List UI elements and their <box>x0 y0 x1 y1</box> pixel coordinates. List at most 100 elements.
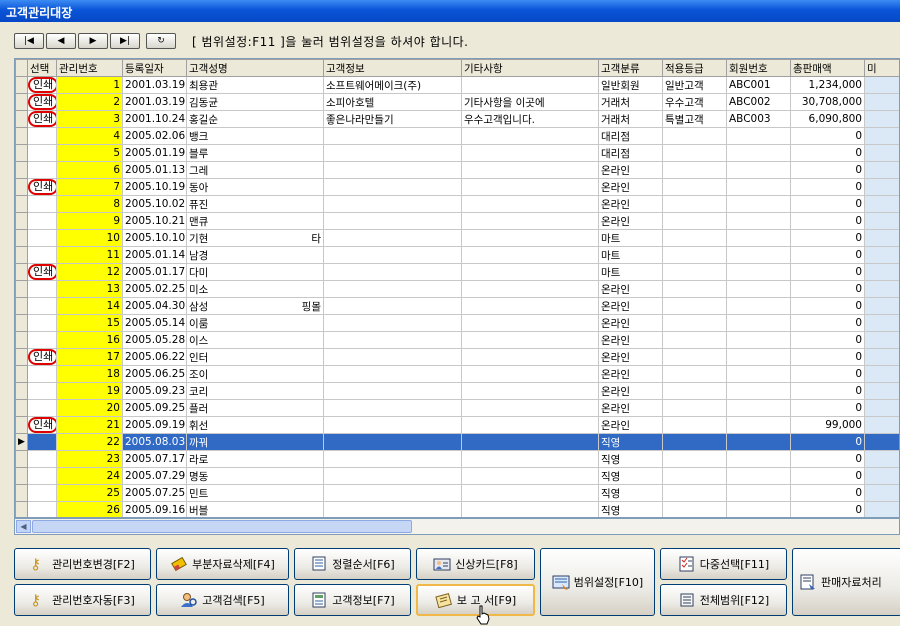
cell-info[interactable]: 소피아호텔 <box>323 93 462 111</box>
cell-etc[interactable] <box>461 195 599 213</box>
cell-extra[interactable] <box>864 110 899 128</box>
cell-name[interactable]: 명동 <box>186 467 324 485</box>
cell-select[interactable]: 인쇄 <box>27 93 57 111</box>
col-header-date[interactable]: 등록일자 <box>122 59 187 77</box>
cell-mgmt-no[interactable]: 2 <box>56 93 123 111</box>
cell-grade[interactable] <box>662 212 727 230</box>
cell-date[interactable]: 2005.08.03 <box>122 433 187 451</box>
cell-select[interactable] <box>27 467 57 485</box>
cell-etc[interactable] <box>461 144 599 162</box>
cell-member-no[interactable] <box>726 382 791 400</box>
table-row[interactable]: ▶ 22 2005.08.03 까꿔 직영 0 <box>15 433 899 451</box>
cell-etc[interactable] <box>461 161 599 179</box>
cell-select[interactable] <box>27 195 57 213</box>
cell-class[interactable]: 온라인 <box>598 416 663 434</box>
cell-select[interactable] <box>27 484 57 502</box>
cell-date[interactable]: 2005.09.19 <box>122 416 187 434</box>
cell-date[interactable]: 2005.01.13 <box>122 161 187 179</box>
cell-total-sales[interactable]: 0 <box>790 484 865 502</box>
cell-mgmt-no[interactable]: 25 <box>56 484 123 502</box>
cell-mgmt-no[interactable]: 24 <box>56 467 123 485</box>
cell-extra[interactable] <box>864 450 899 468</box>
table-row[interactable]: 인쇄 3 2001.10.24 홍길순 좋은나라만들기 우수고객입니다. 거래처 특별고객 AB… <box>15 110 899 128</box>
cell-grade[interactable] <box>662 382 727 400</box>
cell-etc[interactable] <box>461 76 599 94</box>
table-row[interactable]: 18 2005.06.25 조이 온라인 0 <box>15 365 899 383</box>
cell-name[interactable]: 퓨진 <box>186 195 324 213</box>
cell-select[interactable] <box>27 144 57 162</box>
table-row[interactable]: 15 2005.05.14 이룸 온라인 0 <box>15 314 899 332</box>
cell-etc[interactable] <box>461 484 599 502</box>
cell-name[interactable]: 삼성 핑몰 <box>186 297 324 315</box>
table-row[interactable]: 24 2005.07.29 명동 직영 0 <box>15 467 899 485</box>
cell-grade[interactable] <box>662 229 727 247</box>
cell-extra[interactable] <box>864 348 899 366</box>
cell-member-no[interactable] <box>726 161 791 179</box>
table-row[interactable]: 인쇄 17 2005.06.22 인터 온라인 0 <box>15 348 899 366</box>
col-header-member-no[interactable]: 회원번호 <box>726 59 791 77</box>
col-header-total-sales[interactable]: 총판매액 <box>790 59 865 77</box>
cell-etc[interactable] <box>461 212 599 230</box>
cell-etc[interactable] <box>461 501 599 517</box>
table-row[interactable]: 25 2005.07.25 민트 직영 0 <box>15 484 899 502</box>
table-row[interactable]: 5 2005.01.19 블루 대리점 0 <box>15 144 899 162</box>
first-record-button[interactable]: |◀ <box>14 33 44 49</box>
cell-class[interactable]: 온라인 <box>598 297 663 315</box>
cell-class[interactable]: 직영 <box>598 450 663 468</box>
cell-total-sales[interactable]: 0 <box>790 144 865 162</box>
cell-total-sales[interactable]: 0 <box>790 399 865 417</box>
cell-info[interactable]: 소프트웨어메이크(주) <box>323 76 462 94</box>
cell-info[interactable] <box>323 331 462 349</box>
cell-name[interactable]: 기현 타 <box>186 229 324 247</box>
cell-mgmt-no[interactable]: 14 <box>56 297 123 315</box>
cell-etc[interactable] <box>461 365 599 383</box>
cell-grade[interactable] <box>662 416 727 434</box>
cell-mgmt-no[interactable]: 11 <box>56 246 123 264</box>
cell-grade[interactable] <box>662 127 727 145</box>
cell-mgmt-no[interactable]: 5 <box>56 144 123 162</box>
table-row[interactable]: 23 2005.07.17 라로 직영 0 <box>15 450 899 468</box>
cell-class[interactable]: 온라인 <box>598 161 663 179</box>
cell-info[interactable] <box>323 314 462 332</box>
cell-total-sales[interactable]: 0 <box>790 467 865 485</box>
col-header-class[interactable]: 고객분류 <box>598 59 663 77</box>
cell-mgmt-no[interactable]: 20 <box>56 399 123 417</box>
cell-date[interactable]: 2005.09.16 <box>122 501 187 517</box>
cell-extra[interactable] <box>864 93 899 111</box>
cell-mgmt-no[interactable]: 13 <box>56 280 123 298</box>
cell-info[interactable] <box>323 416 462 434</box>
cell-name[interactable]: 최용관 <box>186 76 324 94</box>
cell-info[interactable] <box>323 433 462 451</box>
cell-date[interactable]: 2005.06.22 <box>122 348 187 366</box>
cell-grade[interactable] <box>662 450 727 468</box>
cell-mgmt-no[interactable]: 10 <box>56 229 123 247</box>
cell-class[interactable]: 온라인 <box>598 382 663 400</box>
cell-class[interactable]: 온라인 <box>598 365 663 383</box>
cell-grade[interactable] <box>662 467 727 485</box>
cell-member-no[interactable] <box>726 399 791 417</box>
col-header-extra[interactable]: 미 <box>864 59 899 77</box>
cell-etc[interactable] <box>461 246 599 264</box>
cell-grade[interactable] <box>662 297 727 315</box>
cell-name[interactable]: 버블 <box>186 501 324 517</box>
cell-class[interactable]: 대리점 <box>598 144 663 162</box>
cell-extra[interactable] <box>864 314 899 332</box>
cell-mgmt-no[interactable]: 18 <box>56 365 123 383</box>
cell-total-sales[interactable]: 99,000 <box>790 416 865 434</box>
cell-info[interactable] <box>323 450 462 468</box>
cell-name[interactable]: 이룸 <box>186 314 324 332</box>
table-row[interactable]: 14 2005.04.30 삼성 핑몰 온라인 0 <box>15 297 899 315</box>
col-header-select[interactable]: 선택 <box>27 59 57 77</box>
cell-select[interactable] <box>27 280 57 298</box>
cell-total-sales[interactable]: 0 <box>790 365 865 383</box>
cell-mgmt-no[interactable]: 8 <box>56 195 123 213</box>
cell-mgmt-no[interactable]: 16 <box>56 331 123 349</box>
cell-mgmt-no[interactable]: 9 <box>56 212 123 230</box>
cell-info[interactable] <box>323 144 462 162</box>
auto-mgmt-no-button[interactable]: ⚷ 관리번호자동[F3] <box>14 584 151 616</box>
cell-class[interactable]: 온라인 <box>598 195 663 213</box>
cell-mgmt-no[interactable]: 1 <box>56 76 123 94</box>
partial-delete-button[interactable]: 부분자료삭제[F4] <box>156 548 289 580</box>
cell-date[interactable]: 2005.09.25 <box>122 399 187 417</box>
cell-date[interactable]: 2005.02.06 <box>122 127 187 145</box>
